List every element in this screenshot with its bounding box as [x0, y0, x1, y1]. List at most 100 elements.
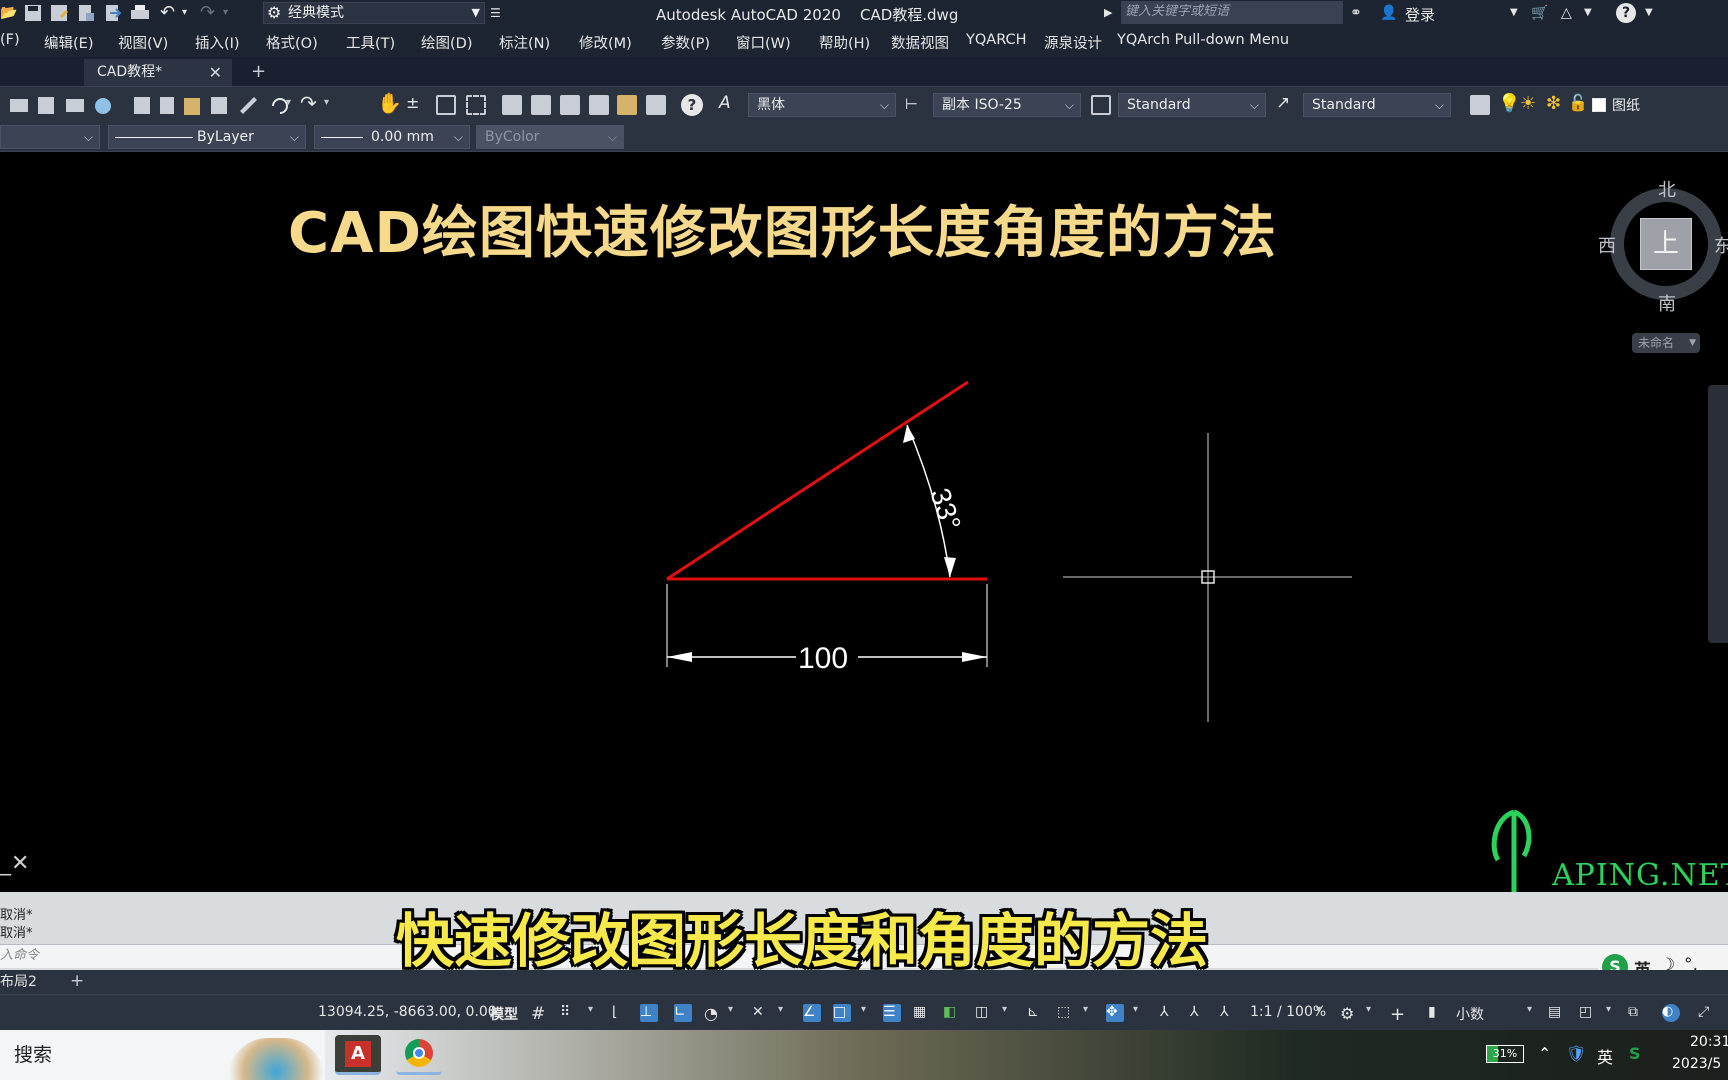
- menu-file[interactable]: (F): [0, 32, 20, 48]
- dim-style-dropdown[interactable]: 副本 ISO-25 ⌵: [933, 93, 1081, 117]
- design-center-icon[interactable]: [531, 95, 551, 115]
- viewcube-top-face[interactable]: 上: [1640, 218, 1692, 270]
- snap-dropdown-icon[interactable]: ▾: [588, 1004, 606, 1022]
- properties-icon[interactable]: [502, 95, 522, 115]
- autocad-taskbar-button[interactable]: A: [335, 1035, 381, 1075]
- plot-icon[interactable]: [130, 4, 150, 22]
- isodraft-icon[interactable]: ✕: [752, 1004, 770, 1022]
- menu-insert[interactable]: 插入(I): [195, 32, 240, 53]
- plotstyle-dropdown[interactable]: ByColor ⌵: [476, 125, 624, 149]
- menu-view[interactable]: 视图(V): [118, 32, 168, 53]
- clean-screen-icon[interactable]: ⤢: [1698, 1004, 1716, 1022]
- redo-icon[interactable]: ↷: [200, 3, 215, 23]
- units-value[interactable]: 小数: [1456, 1004, 1484, 1024]
- isolate-objects-icon[interactable]: ⧉: [1628, 1004, 1646, 1022]
- lock-ui-icon[interactable]: ◰: [1579, 1004, 1597, 1022]
- hardware-acceleration-icon[interactable]: ◐: [1662, 1004, 1680, 1022]
- cursor-coordinates[interactable]: 13094.25, -8663.00, 0.00: [318, 1004, 497, 1020]
- help-icon[interactable]: ?: [681, 94, 703, 116]
- multileader-style-dropdown[interactable]: Standard ⌵: [1303, 93, 1451, 117]
- lightbulb-icon[interactable]: 💡: [1498, 93, 1520, 114]
- save-as-icon[interactable]: [50, 4, 68, 22]
- tab-cad-tutorial[interactable]: CAD教程* ✕: [84, 59, 232, 86]
- menu-yqarch-pulldown[interactable]: YQArch Pull-down Menu: [1117, 32, 1289, 48]
- workspace-gear-icon[interactable]: ⚙: [1340, 1004, 1358, 1023]
- lineweight-icon[interactable]: ☰: [883, 1004, 901, 1022]
- menu-tools[interactable]: 工具(T): [346, 32, 395, 53]
- lock-dropdown-icon[interactable]: ▾: [1606, 1004, 1624, 1022]
- lineweight-dropdown[interactable]: 0.00 mm ⌵: [314, 125, 470, 149]
- menu-window[interactable]: 窗口(W): [736, 32, 791, 53]
- menu-yuanquan[interactable]: 源泉设计: [1044, 32, 1102, 53]
- save-icon[interactable]: [24, 4, 42, 22]
- dynamic-ucs-icon[interactable]: ⊾: [1027, 1004, 1045, 1022]
- ucs-close-icon[interactable]: _✕: [0, 851, 29, 876]
- object-snap-icon[interactable]: □: [833, 1004, 851, 1022]
- tool-palettes-icon[interactable]: [560, 95, 580, 115]
- table-style-icon[interactable]: [1091, 95, 1111, 115]
- publish-icon[interactable]: [77, 4, 95, 22]
- quick-properties-icon[interactable]: ▤: [1548, 1004, 1566, 1022]
- a360-icon[interactable]: △: [1561, 3, 1572, 23]
- angled-line[interactable]: [666, 380, 969, 581]
- text-style-icon[interactable]: A: [719, 93, 731, 113]
- ortho-icon[interactable]: ∟: [674, 1004, 692, 1022]
- redo-icon[interactable]: ↷: [300, 91, 317, 115]
- compass-north[interactable]: 北: [1658, 176, 1676, 202]
- ucs-menu-button[interactable]: 未命名 ▼: [1632, 333, 1700, 353]
- zoom-window-icon[interactable]: [436, 95, 456, 115]
- snap-icon[interactable]: ⠿: [560, 1004, 578, 1022]
- help-dropdown-icon[interactable]: ▼: [1645, 3, 1653, 23]
- menu-data-view[interactable]: 数据视图: [891, 32, 949, 53]
- grid-icon[interactable]: #: [531, 1004, 549, 1024]
- export-icon[interactable]: [104, 4, 122, 22]
- keyword-search-input[interactable]: 键入关键字或短语: [1121, 1, 1343, 24]
- filter-dropdown-icon[interactable]: ▾: [1083, 1004, 1101, 1022]
- calculator-icon[interactable]: [646, 95, 666, 115]
- menu-format[interactable]: 格式(O): [266, 32, 318, 53]
- dynamic-input-icon[interactable]: ⊥: [640, 1004, 658, 1022]
- 3d-osnap-dropdown-icon[interactable]: ▾: [1002, 1004, 1020, 1022]
- gizmo-icon[interactable]: ✥: [1106, 1004, 1124, 1022]
- color-dropdown[interactable]: ⌵: [0, 125, 100, 149]
- dim-style-icon[interactable]: ⊢: [905, 95, 918, 113]
- units-dropdown-icon[interactable]: ▾: [1527, 1004, 1545, 1022]
- close-icon[interactable]: ✕: [209, 59, 222, 86]
- expand-arrow-icon[interactable]: ▶: [1104, 3, 1112, 23]
- vpn-icon[interactable]: 🛡: [1566, 1044, 1586, 1063]
- menu-help[interactable]: 帮助(H): [819, 32, 870, 53]
- a360-dropdown-icon[interactable]: ▼: [1584, 3, 1592, 23]
- scale-dropdown-icon[interactable]: ▾: [1316, 1004, 1334, 1022]
- navigation-bar[interactable]: [1708, 385, 1728, 643]
- model-space-button[interactable]: 模型: [490, 1004, 518, 1024]
- linetype-dropdown[interactable]: ByLayer ⌵: [108, 125, 306, 149]
- binoculars-icon[interactable]: ⚭: [1350, 3, 1362, 23]
- menu-dimension[interactable]: 标注(N): [499, 32, 550, 53]
- menu-parametric[interactable]: 参数(P): [661, 32, 710, 53]
- freeze-viewport-icon[interactable]: ❇: [1546, 93, 1561, 114]
- annotation-scale-value[interactable]: 1:1 / 100%: [1250, 1004, 1326, 1020]
- compass-south[interactable]: 南: [1658, 290, 1676, 316]
- undo-icon[interactable]: ↶: [160, 3, 175, 23]
- help-icon[interactable]: ?: [1616, 3, 1636, 23]
- menu-draw[interactable]: 绘图(D): [421, 32, 472, 53]
- zoom-previous-icon[interactable]: [466, 95, 486, 115]
- redo-dropdown-icon[interactable]: ▾: [223, 3, 228, 23]
- undo-dropdown-icon[interactable]: ▾: [286, 97, 291, 108]
- 3d-osnap-icon[interactable]: ◫: [975, 1004, 993, 1022]
- viewcube[interactable]: 上 北 南 西 东: [1598, 180, 1728, 315]
- table-style-dropdown[interactable]: Standard ⌵: [1118, 93, 1266, 117]
- selection-cycling-icon[interactable]: ◧: [943, 1004, 961, 1022]
- customize-qa-icon[interactable]: ☰: [490, 3, 501, 23]
- tab-layout2[interactable]: 布局2: [0, 972, 37, 992]
- annotation-scale-icon[interactable]: ⅄: [1220, 1004, 1238, 1022]
- new-tab-button[interactable]: +: [251, 61, 266, 82]
- angle-dimension-text[interactable]: 33°: [924, 484, 967, 534]
- layer-properties-icon[interactable]: [1470, 95, 1490, 115]
- annotation-monitor-icon[interactable]: +: [1390, 1004, 1408, 1025]
- infer-constraints-icon[interactable]: ⌊: [612, 1004, 630, 1022]
- zoom-realtime-icon[interactable]: ±: [406, 93, 419, 112]
- workspace-selector[interactable]: ⚙ 经典模式 ▼: [263, 2, 485, 24]
- text-style-dropdown[interactable]: 黑体 ⌵: [748, 93, 896, 117]
- transparency-icon[interactable]: ▦: [913, 1004, 931, 1022]
